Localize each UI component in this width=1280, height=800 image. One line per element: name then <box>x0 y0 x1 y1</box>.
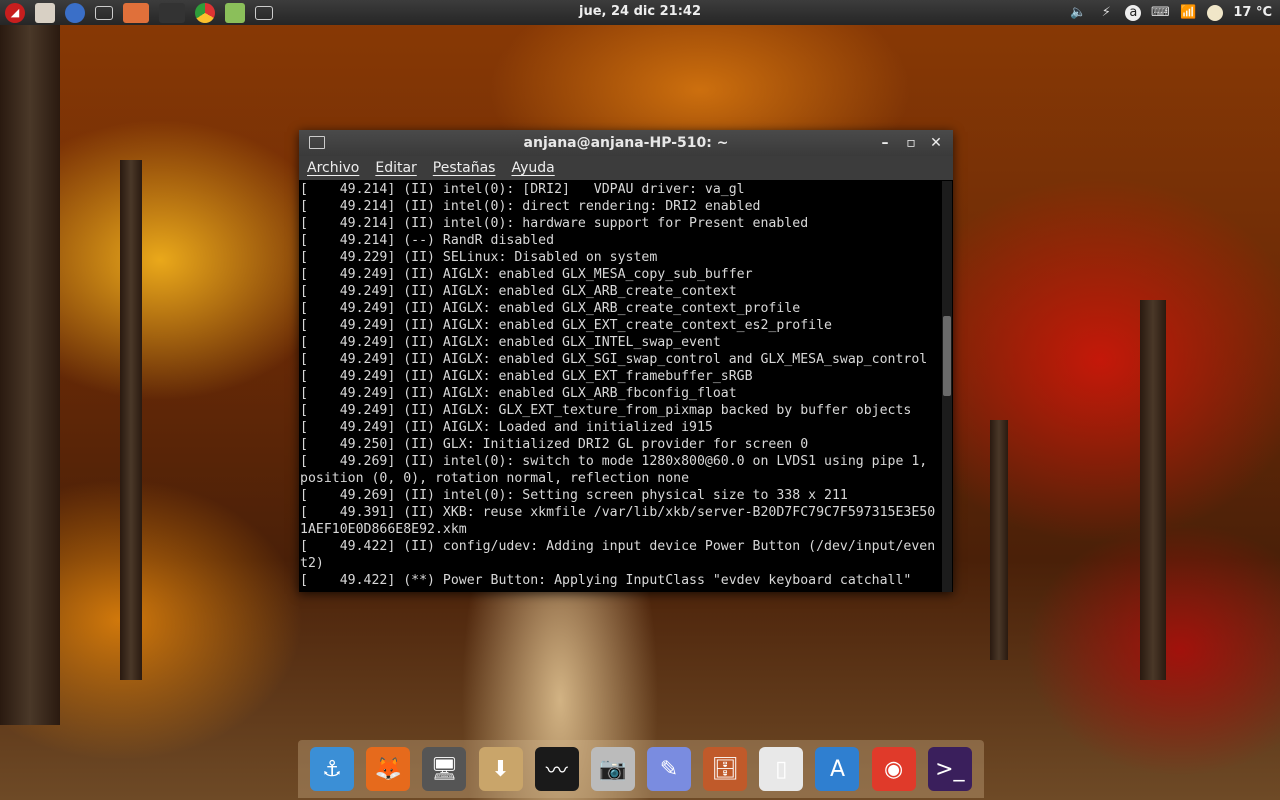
keyboard-icon[interactable]: ⌨ <box>1151 5 1170 21</box>
terminal-line: 1AEF10E0D866E8E92.xkm <box>300 522 467 537</box>
download-folder-icon[interactable]: ⬇ <box>478 747 523 791</box>
app-menu-icon[interactable]: ◢ <box>5 2 25 23</box>
terminal-line: [ 49.249] (II) AIGLX: enabled GLX_ARB_fb… <box>300 386 737 401</box>
wallpaper-tree-trunk <box>1140 300 1166 680</box>
terminal-line: t2) <box>300 556 324 571</box>
files-icon[interactable] <box>35 2 55 23</box>
camera-icon[interactable]: 📷 <box>590 747 635 791</box>
terminal-line: [ 49.249] (II) AIGLX: enabled GLX_EXT_cr… <box>300 318 832 333</box>
globe-icon[interactable] <box>65 2 85 23</box>
terminal-line: [ 49.249] (II) AIGLX: enabled GLX_EXT_fr… <box>300 369 753 384</box>
system-monitor-icon[interactable]: 〰 <box>534 747 579 791</box>
weather-temperature[interactable]: 17 °C <box>1233 5 1272 20</box>
paint-icon[interactable]: ✎ <box>647 747 692 791</box>
terminal-line: position (0, 0), rotation normal, reflec… <box>300 471 690 486</box>
close-icon[interactable]: ✕ <box>927 134 945 152</box>
terminal-line: [ 49.250] (II) GLX: Initialized DRI2 GL … <box>300 437 809 452</box>
minimize-icon[interactable]: – <box>876 134 894 152</box>
wallpaper-tree-trunk <box>990 420 1008 660</box>
terminal-line: [ 49.391] (II) XKB: reuse xkmfile /var/l… <box>300 505 936 520</box>
terminal-line: [ 49.269] (II) intel(0): switch to mode … <box>300 454 928 469</box>
window-titlebar[interactable]: anjana@anjana-HP-510: ~ – ▫ ✕ <box>299 130 953 156</box>
terminal-line: [ 49.249] (II) AIGLX: GLX_EXT_texture_fr… <box>300 403 912 418</box>
window-title: anjana@anjana-HP-510: ~ <box>523 135 729 151</box>
terminal-line: [ 49.269] (II) intel(0): Setting screen … <box>300 488 848 503</box>
document-icon[interactable]: ▯ <box>759 747 804 791</box>
display-icon[interactable] <box>255 5 273 20</box>
terminal-line: [ 49.422] (II) config/udev: Adding input… <box>300 539 936 554</box>
account-icon[interactable]: a <box>1125 4 1142 21</box>
menu-editar[interactable]: Editar <box>375 160 416 176</box>
weather-icon[interactable] <box>1207 4 1224 21</box>
terminal-line: [ 49.214] (II) intel(0): [DRI2] VDPAU dr… <box>300 182 745 197</box>
volume-icon[interactable]: 🔈 <box>1069 5 1087 21</box>
firefox-icon[interactable]: 🦊 <box>366 747 411 791</box>
maximize-icon[interactable]: ▫ <box>902 134 920 152</box>
menu-archivo[interactable]: Archivo <box>307 160 359 176</box>
terminal-line: [ 49.249] (II) AIGLX: enabled GLX_ARB_cr… <box>300 301 801 316</box>
anchor-icon[interactable]: ⚓ <box>310 747 355 791</box>
terminal-icon[interactable]: >_ <box>927 747 972 791</box>
terminal-line: [ 49.422] (**) Power Button: Applying In… <box>300 573 912 588</box>
wallpaper-tree-trunk <box>0 25 60 725</box>
workspace-1[interactable] <box>123 2 149 23</box>
terminal-line: [ 49.249] (II) AIGLX: enabled GLX_SGI_sw… <box>300 352 928 367</box>
wallpaper-tree-trunk <box>120 160 142 680</box>
terminal-line: [ 49.229] (II) SELinux: Disabled on syst… <box>300 250 658 265</box>
archive-icon[interactable]: 🗄 <box>703 747 748 791</box>
terminal-line: [ 49.214] (II) intel(0): hardware suppor… <box>300 216 809 231</box>
terminal-window: anjana@anjana-HP-510: ~ – ▫ ✕ Archivo Ed… <box>299 130 953 592</box>
terminal-line: [ 49.249] (II) AIGLX: enabled GLX_INTEL_… <box>300 335 721 350</box>
menu-bar: Archivo Editar Pestañas Ayuda <box>299 156 953 180</box>
chrome-launcher-icon[interactable] <box>195 2 215 23</box>
scrollbar-thumb[interactable] <box>943 316 951 396</box>
wifi-icon[interactable]: 📶 <box>1179 5 1197 21</box>
terminal-line: [ 49.214] (II) intel(0): direct renderin… <box>300 199 761 214</box>
monitor-icon[interactable]: 🖥 <box>422 747 467 791</box>
battery-icon[interactable]: ⚡ <box>1097 5 1115 21</box>
terminal-line: [ 49.249] (II) AIGLX: Loaded and initial… <box>300 420 713 435</box>
terminal-line: [ 49.214] (--) RandR disabled <box>300 233 555 248</box>
menu-ayuda[interactable]: Ayuda <box>511 160 554 176</box>
clock[interactable]: jue, 24 dic 21:42 <box>579 4 701 19</box>
workspace-2[interactable] <box>159 2 185 23</box>
windows-icon[interactable] <box>95 5 113 20</box>
menu-pestanas[interactable]: Pestañas <box>433 160 496 176</box>
terminal-line: [ 49.249] (II) AIGLX: enabled GLX_ARB_cr… <box>300 284 737 299</box>
top-panel: ◢ jue, 24 dic 21:42 🔈 ⚡ a ⌨ 📶 17 °C <box>0 0 1280 25</box>
chrome-icon[interactable]: ◉ <box>871 747 916 791</box>
dock: ⚓ 🦊 🖥 ⬇ 〰 📷 ✎ 🗄 ▯ A ◉ >_ <box>298 740 984 798</box>
scrollbar[interactable] <box>942 181 952 592</box>
install-icon[interactable] <box>225 2 245 23</box>
terminal-output[interactable]: [ 49.214] (II) intel(0): [DRI2] VDPAU dr… <box>300 181 940 592</box>
terminal-line: [ 49.249] (II) AIGLX: enabled GLX_MESA_c… <box>300 267 753 282</box>
system-tray: 🔈 ⚡ a ⌨ 📶 17 °C <box>1069 0 1272 25</box>
app-store-icon[interactable]: A <box>815 747 860 791</box>
